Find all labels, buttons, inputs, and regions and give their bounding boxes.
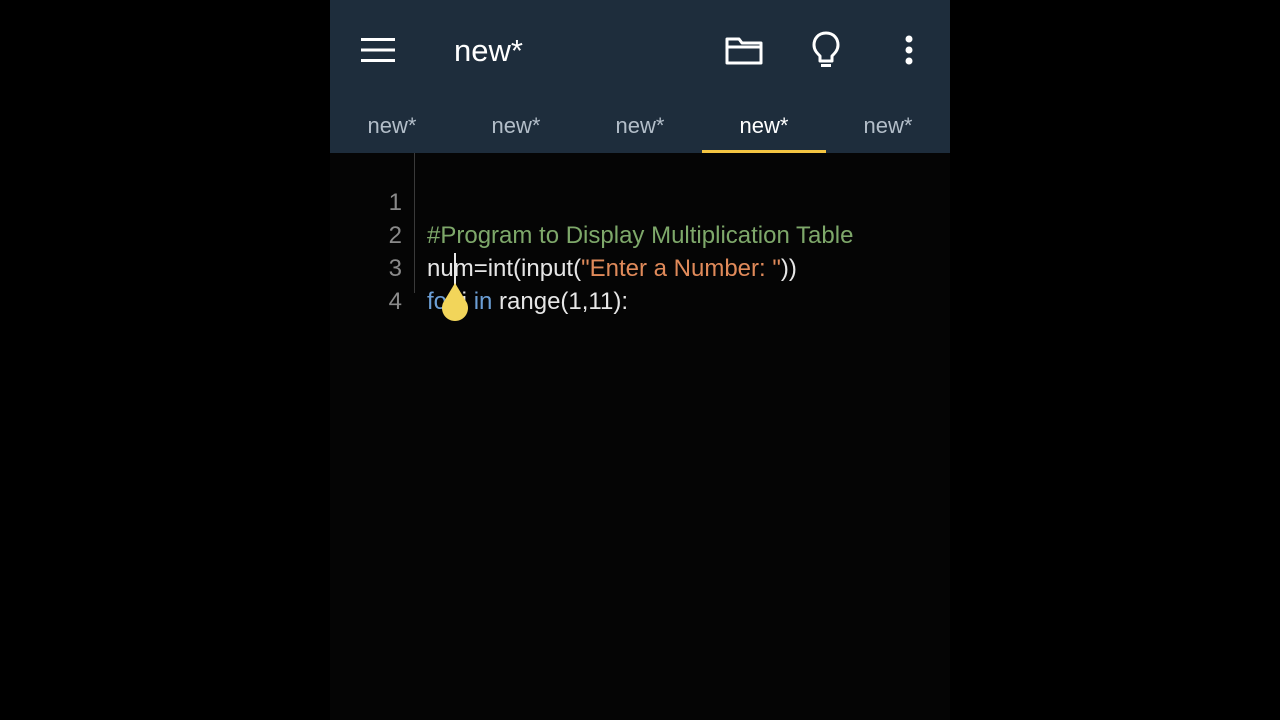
more-vertical-icon[interactable] <box>894 30 924 70</box>
document-title: new* <box>454 33 523 68</box>
line-number: 4 <box>388 288 402 315</box>
tab-file-1[interactable]: new* <box>330 100 454 153</box>
code-line: 1 #Program to Display Multiplication Tab… <box>330 153 950 249</box>
tab-file-4-active[interactable]: new* <box>702 100 826 153</box>
code-line: 3 for i in range(1,11): <box>330 219 950 315</box>
tab-file-3[interactable]: new* <box>578 100 702 153</box>
folder-icon[interactable] <box>722 30 766 70</box>
tab-file-5[interactable]: new* <box>826 100 950 153</box>
file-tab-bar: new* new* new* new* new* <box>330 100 950 153</box>
hamburger-menu-icon[interactable] <box>358 30 398 70</box>
lightbulb-icon[interactable] <box>806 28 846 72</box>
tab-file-2[interactable]: new* <box>454 100 578 153</box>
app-bar: new* <box>330 0 950 100</box>
code-line: 4 <box>330 252 950 315</box>
code-editor[interactable]: 1 #Program to Display Multiplication Tab… <box>330 153 950 720</box>
code-line: 2 num=int(input("Enter a Number: ")) <box>330 186 950 282</box>
text-cursor-handle-icon[interactable] <box>437 253 473 328</box>
editor-app-screen: new* new* new* new* new* new* 1 #Program… <box>330 0 950 720</box>
keyword-token: in <box>473 288 493 315</box>
plain-token: range(1,11): <box>492 288 629 315</box>
